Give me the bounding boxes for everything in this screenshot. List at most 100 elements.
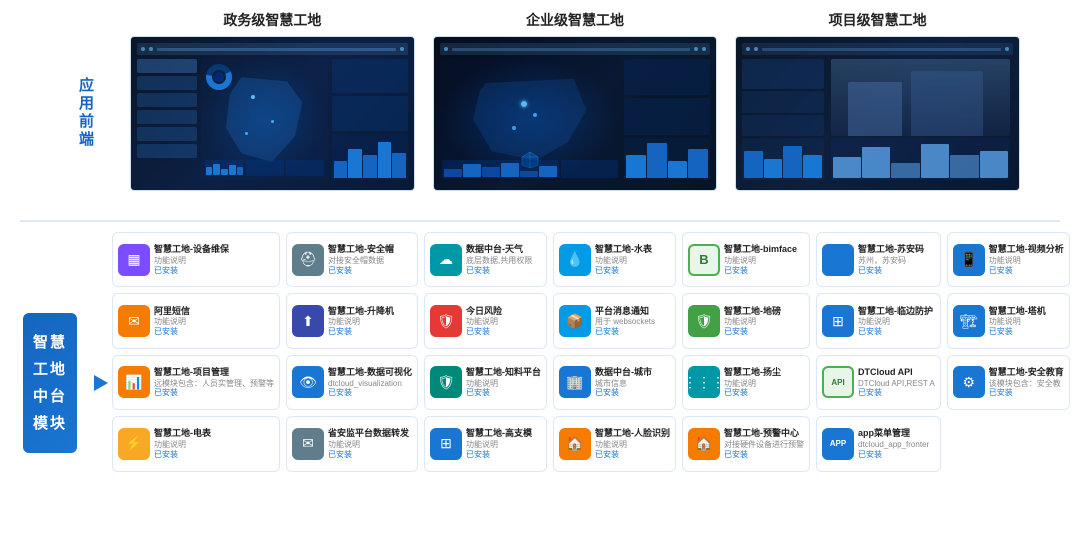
module-card[interactable]: ⋮⋮⋮ 智慧工地-扬尘 功能说明 已安装 — [682, 355, 810, 410]
module-text: 智慧工地-知料平台 功能说明 已安装 — [466, 367, 541, 398]
module-name: 智慧工地-塔机 — [989, 306, 1064, 318]
module-name: 平台消息通知 — [595, 306, 670, 318]
module-text: 智慧工地-人脸识别 功能说明 已安装 — [595, 428, 670, 459]
project-col: 项目级智慧工地 — [735, 10, 1020, 191]
module-status: 已安装 — [858, 388, 935, 398]
module-card[interactable]: 🏠 智慧工地-人脸识别 功能说明 已安装 — [553, 416, 676, 471]
module-icon: 🏗 — [953, 305, 985, 337]
module-name: 数据中台-天气 — [466, 244, 541, 256]
module-card[interactable]: 💧 智慧工地-水表 功能说明 已安装 — [553, 232, 676, 287]
module-name: 智慧工地-视频分析 — [989, 244, 1064, 256]
module-card[interactable]: ▦ 智慧工地-设备维保 功能说明 已安装 — [112, 232, 280, 287]
module-status: 已安装 — [466, 327, 541, 337]
module-status: 已安装 — [466, 266, 541, 276]
top-label-text: 应用前端 — [76, 77, 94, 149]
module-card[interactable]: API DTCloud API DTCloud API,REST A 已安装 — [816, 355, 941, 410]
module-name: 智慧工地-人脸识别 — [595, 428, 670, 440]
module-card[interactable]: 📦 平台消息通知 用于 websockets 已安装 — [553, 293, 676, 348]
module-card[interactable]: ⚙ 智慧工地-安全教育 该模块包含：安全教 已安装 — [947, 355, 1070, 410]
modules-grid: ▦ 智慧工地-设备维保 功能说明 已安装 ⛑ 智慧工地-安全帽 对接安全帽数据 … — [112, 232, 1070, 533]
module-card[interactable]: ⊞ 智慧工地-临边防护 功能说明 已安装 — [816, 293, 941, 348]
module-desc: 远模块包含：人员实管理、预警等 — [154, 379, 274, 389]
module-card[interactable]: 🛡 今日风险 功能说明 已安装 — [424, 293, 547, 348]
module-card[interactable]: 👤 智慧工地-苏安码 苏州，苏安码 已安装 — [816, 232, 941, 287]
module-desc: 功能说明 — [466, 379, 541, 389]
module-desc: 底层数据,共用权限 — [466, 256, 541, 266]
module-name: 智慧工地-安全帽 — [328, 244, 412, 256]
module-card[interactable]: ⬆ 智慧工地-升降机 功能说明 已安装 — [286, 293, 418, 348]
module-card[interactable]: ⊞ 智慧工地-高支模 功能说明 已安装 — [424, 416, 547, 471]
enterprise-screenshot — [433, 36, 718, 191]
module-card[interactable]: APP app菜单管理 dtcloud_app_fronter 已安装 — [816, 416, 941, 471]
module-name: 智慧工地-数据可视化 — [328, 367, 412, 379]
module-text: DTCloud API DTCloud API,REST A 已安装 — [858, 367, 935, 398]
module-name: DTCloud API — [858, 367, 935, 379]
gov-screenshot — [130, 36, 415, 191]
module-label-box: 智慧 工地 中台 模块 — [23, 313, 77, 453]
module-text: 智慧工地-地磅 功能说明 已安装 — [724, 306, 804, 337]
module-status: 已安装 — [595, 327, 670, 337]
module-status: 已安装 — [858, 266, 935, 276]
module-card[interactable]: 🏢 数据中台-城市 城市信息 已安装 — [553, 355, 676, 410]
module-text: 智慧工地-数据可视化 dtcloud_visualization 已安装 — [328, 367, 412, 398]
bottom-section: 智慧 工地 中台 模块 ▦ 智慧工地-设备维保 功能说明 已安装 ⛑ 智慧工地-… — [0, 222, 1080, 543]
module-status: 已安装 — [328, 327, 412, 337]
module-status: 已安装 — [858, 327, 935, 337]
module-icon: 🛡 — [688, 305, 720, 337]
enterprise-col: 企业级智慧工地 — [433, 10, 718, 191]
module-card[interactable]: ☁ 数据中台-天气 底层数据,共用权限 已安装 — [424, 232, 547, 287]
module-desc: 功能说明 — [724, 379, 804, 389]
module-card[interactable]: 🛡 智慧工地-知料平台 功能说明 已安装 — [424, 355, 547, 410]
module-card[interactable]: ⚡ 智慧工地-电表 功能说明 已安装 — [112, 416, 280, 471]
module-text: 智慧工地-安全帽 对接安全帽数据 已安装 — [328, 244, 412, 275]
module-card[interactable]: 🏗 智慧工地-塔机 功能说明 已安装 — [947, 293, 1070, 348]
module-card[interactable]: 🛡 智慧工地-地磅 功能说明 已安装 — [682, 293, 810, 348]
module-text: 数据中台-城市 城市信息 已安装 — [595, 367, 670, 398]
module-card[interactable]: 📊 智慧工地-项目管理 远模块包含：人员实管理、预警等 已安装 — [112, 355, 280, 410]
module-icon: ⛑ — [292, 244, 324, 276]
module-name: 智慧工地-设备维保 — [154, 244, 274, 256]
top-section: 应用前端 政务级智慧工地 — [0, 0, 1080, 220]
module-desc: 功能说明 — [466, 440, 541, 450]
module-card[interactable]: 🏠 智慧工地-预警中心 对接硬件设备进行预警 已安装 — [682, 416, 810, 471]
module-icon: 🏠 — [688, 428, 720, 460]
module-desc: 功能说明 — [858, 317, 935, 327]
module-text: 智慧工地-塔机 功能说明 已安装 — [989, 306, 1064, 337]
module-text: 智慧工地-bimface 功能说明 已安装 — [724, 244, 804, 275]
module-text: app菜单管理 dtcloud_app_fronter 已安装 — [858, 428, 935, 459]
module-card[interactable]: 📱 智慧工地-视频分析 功能说明 已安装 — [947, 232, 1070, 287]
module-status: 已安装 — [724, 266, 804, 276]
module-status: 已安装 — [724, 327, 804, 337]
module-card[interactable]: ✉ 省安监平台数据转发 功能说明 已安装 — [286, 416, 418, 471]
module-desc: 功能说明 — [724, 256, 804, 266]
module-icon: 👁 — [292, 366, 324, 398]
module-desc: 功能说明 — [154, 256, 274, 266]
module-icon: 📊 — [118, 366, 150, 398]
module-label-line1: 智慧 — [33, 329, 67, 356]
module-card[interactable]: 👁 智慧工地-数据可视化 dtcloud_visualization 已安装 — [286, 355, 418, 410]
module-desc: 功能说明 — [466, 317, 541, 327]
module-icon: 🛡 — [430, 366, 462, 398]
module-icon: ⊞ — [822, 305, 854, 337]
module-desc: 城市信息 — [595, 379, 670, 389]
module-name: app菜单管理 — [858, 428, 935, 440]
module-desc: 功能说明 — [154, 317, 274, 327]
module-text: 智慧工地-高支模 功能说明 已安装 — [466, 428, 541, 459]
bottom-left-label: 智慧 工地 中台 模块 — [10, 232, 90, 533]
module-name: 智慧工地-安全教育 — [989, 367, 1064, 379]
module-card[interactable]: B 智慧工地-bimface 功能说明 已安装 — [682, 232, 810, 287]
module-desc: 功能说明 — [328, 440, 412, 450]
module-card[interactable]: ⛑ 智慧工地-安全帽 对接安全帽数据 已安装 — [286, 232, 418, 287]
module-status: 已安装 — [466, 450, 541, 460]
module-desc: 对接硬件设备进行预警 — [724, 440, 804, 450]
module-name: 数据中台-城市 — [595, 367, 670, 379]
module-icon: ⬆ — [292, 305, 324, 337]
module-desc: 用于 websockets — [595, 317, 670, 327]
module-desc: DTCloud API,REST A — [858, 379, 935, 389]
module-status: 已安装 — [989, 388, 1064, 398]
module-desc: 功能说明 — [328, 317, 412, 327]
module-text: 智慧工地-项目管理 远模块包含：人员实管理、预警等 已安装 — [154, 367, 274, 398]
module-icon: 🏠 — [559, 428, 591, 460]
module-icon: 🛡 — [430, 305, 462, 337]
module-card[interactable]: ✉ 阿里短信 功能说明 已安装 — [112, 293, 280, 348]
